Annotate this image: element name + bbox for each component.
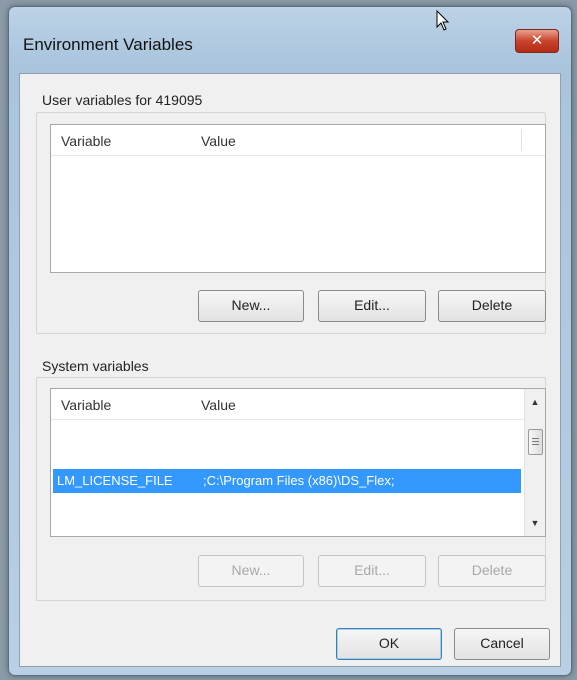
- ok-button[interactable]: OK: [336, 628, 442, 660]
- variable-value-cell: ;C:\Program Files (x86)\DS_Flex;: [203, 473, 395, 488]
- column-header-variable[interactable]: Variable: [61, 133, 111, 149]
- user-delete-button[interactable]: Delete: [438, 290, 546, 322]
- scroll-up-arrow-icon[interactable]: ▲: [525, 393, 545, 411]
- user-new-button[interactable]: New...: [198, 290, 304, 322]
- system-variables-label: System variables: [42, 358, 149, 374]
- user-variables-list-header: Variable Value: [51, 125, 545, 156]
- vertical-scrollbar[interactable]: ▲ ▼: [524, 389, 545, 536]
- user-variables-label: User variables for 419095: [42, 92, 203, 108]
- environment-variables-dialog: Environment Variables ✕ User variables f…: [8, 6, 572, 676]
- column-header-value[interactable]: Value: [201, 133, 236, 149]
- close-icon: ✕: [530, 32, 544, 49]
- scrollbar-thumb[interactable]: [528, 429, 543, 455]
- mouse-cursor-icon: [436, 10, 450, 31]
- variable-name-cell: LM_LICENSE_FILE: [57, 473, 173, 488]
- grip-line: [532, 438, 539, 439]
- column-header-value[interactable]: Value: [201, 397, 236, 413]
- dialog-client-area: User variables for 419095 Variable Value…: [19, 73, 561, 667]
- user-edit-button[interactable]: Edit...: [318, 290, 426, 322]
- grip-line: [532, 441, 539, 442]
- close-button[interactable]: ✕: [515, 29, 559, 53]
- system-variables-list[interactable]: Variable Value LM_LICENSE_FILE ;C:\Progr…: [50, 388, 546, 537]
- system-new-button[interactable]: New...: [198, 555, 304, 587]
- cancel-button[interactable]: Cancel: [454, 628, 550, 660]
- system-edit-button[interactable]: Edit...: [318, 555, 426, 587]
- title-bar[interactable]: Environment Variables ✕: [9, 7, 571, 67]
- column-separator: [521, 129, 522, 151]
- grip-line: [532, 444, 539, 445]
- scroll-down-arrow-icon[interactable]: ▼: [525, 514, 545, 532]
- column-header-variable[interactable]: Variable: [61, 397, 111, 413]
- system-delete-button[interactable]: Delete: [438, 555, 546, 587]
- dialog-title: Environment Variables: [23, 35, 193, 54]
- system-variables-list-header: Variable Value: [51, 389, 524, 420]
- user-variables-list[interactable]: Variable Value: [50, 124, 546, 273]
- list-item-selected[interactable]: LM_LICENSE_FILE ;C:\Program Files (x86)\…: [53, 469, 521, 493]
